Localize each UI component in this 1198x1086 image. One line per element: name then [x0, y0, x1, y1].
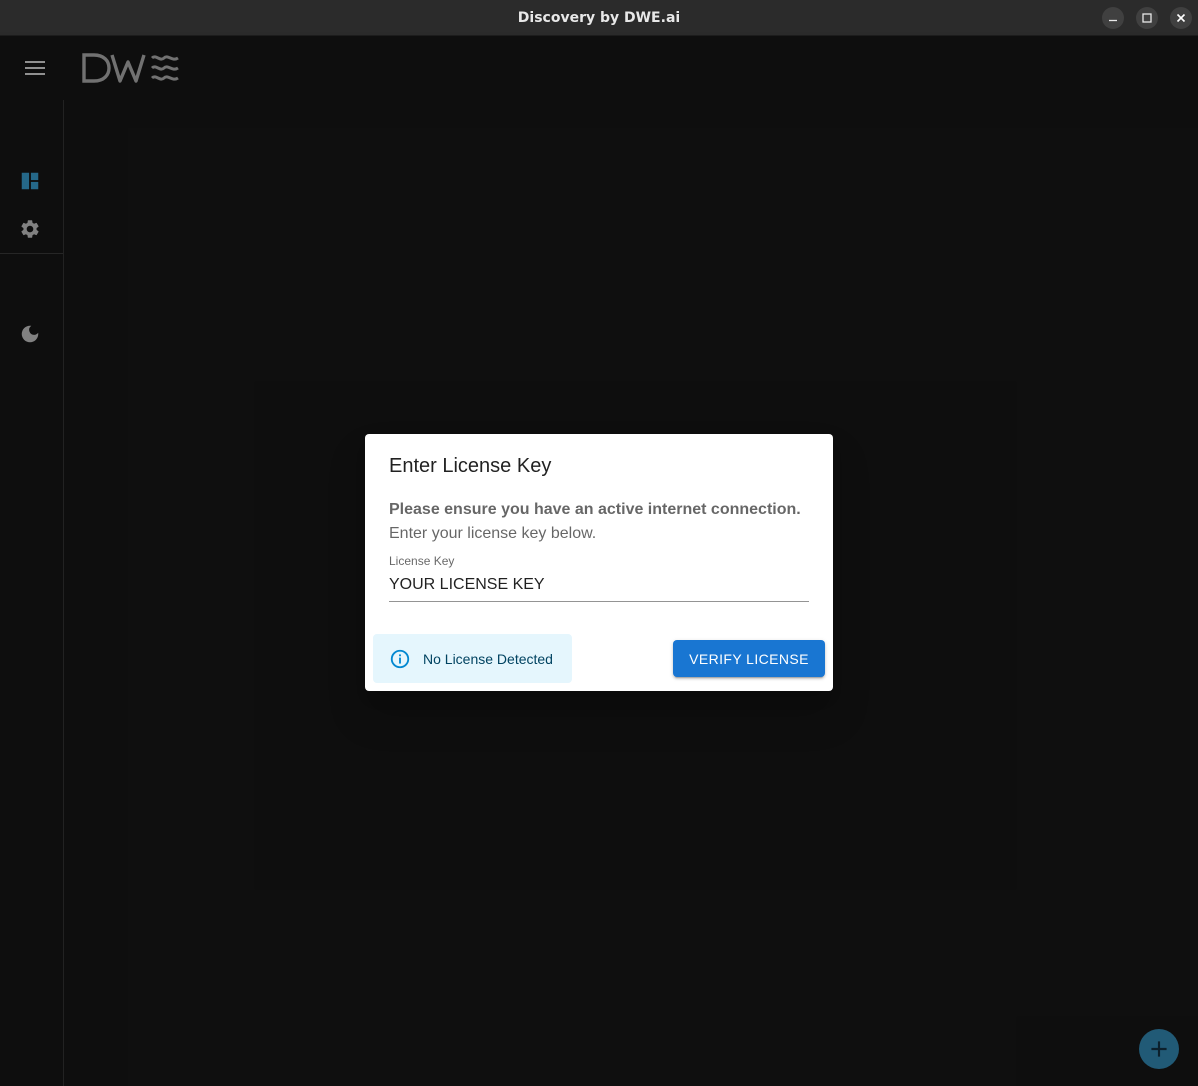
maximize-icon — [1142, 13, 1152, 23]
dialog-instruction: Enter your license key below. — [389, 525, 597, 542]
license-key-input[interactable] — [389, 572, 809, 602]
dialog-description: Please ensure you have an active interne… — [389, 498, 819, 546]
verify-license-button[interactable]: VERIFY LICENSE — [673, 640, 825, 677]
license-dialog: Enter License Key Please ensure you have… — [365, 434, 833, 691]
license-key-field: License Key — [389, 552, 809, 602]
minimize-icon — [1109, 19, 1117, 22]
window-titlebar: Discovery by DWE.ai — [0, 0, 1198, 36]
license-status-alert: No License Detected — [373, 634, 572, 683]
connection-warning: Please ensure you have an active interne… — [389, 501, 801, 518]
info-icon — [390, 649, 410, 668]
window-title: Discovery by DWE.ai — [517, 10, 681, 26]
close-button[interactable] — [1170, 7, 1192, 29]
dialog-title: Enter License Key — [389, 455, 552, 477]
minimize-button[interactable] — [1102, 7, 1124, 29]
maximize-button[interactable] — [1136, 7, 1158, 29]
close-icon — [1176, 13, 1186, 23]
license-key-label: License Key — [389, 554, 455, 568]
license-status-text: No License Detected — [423, 650, 553, 667]
